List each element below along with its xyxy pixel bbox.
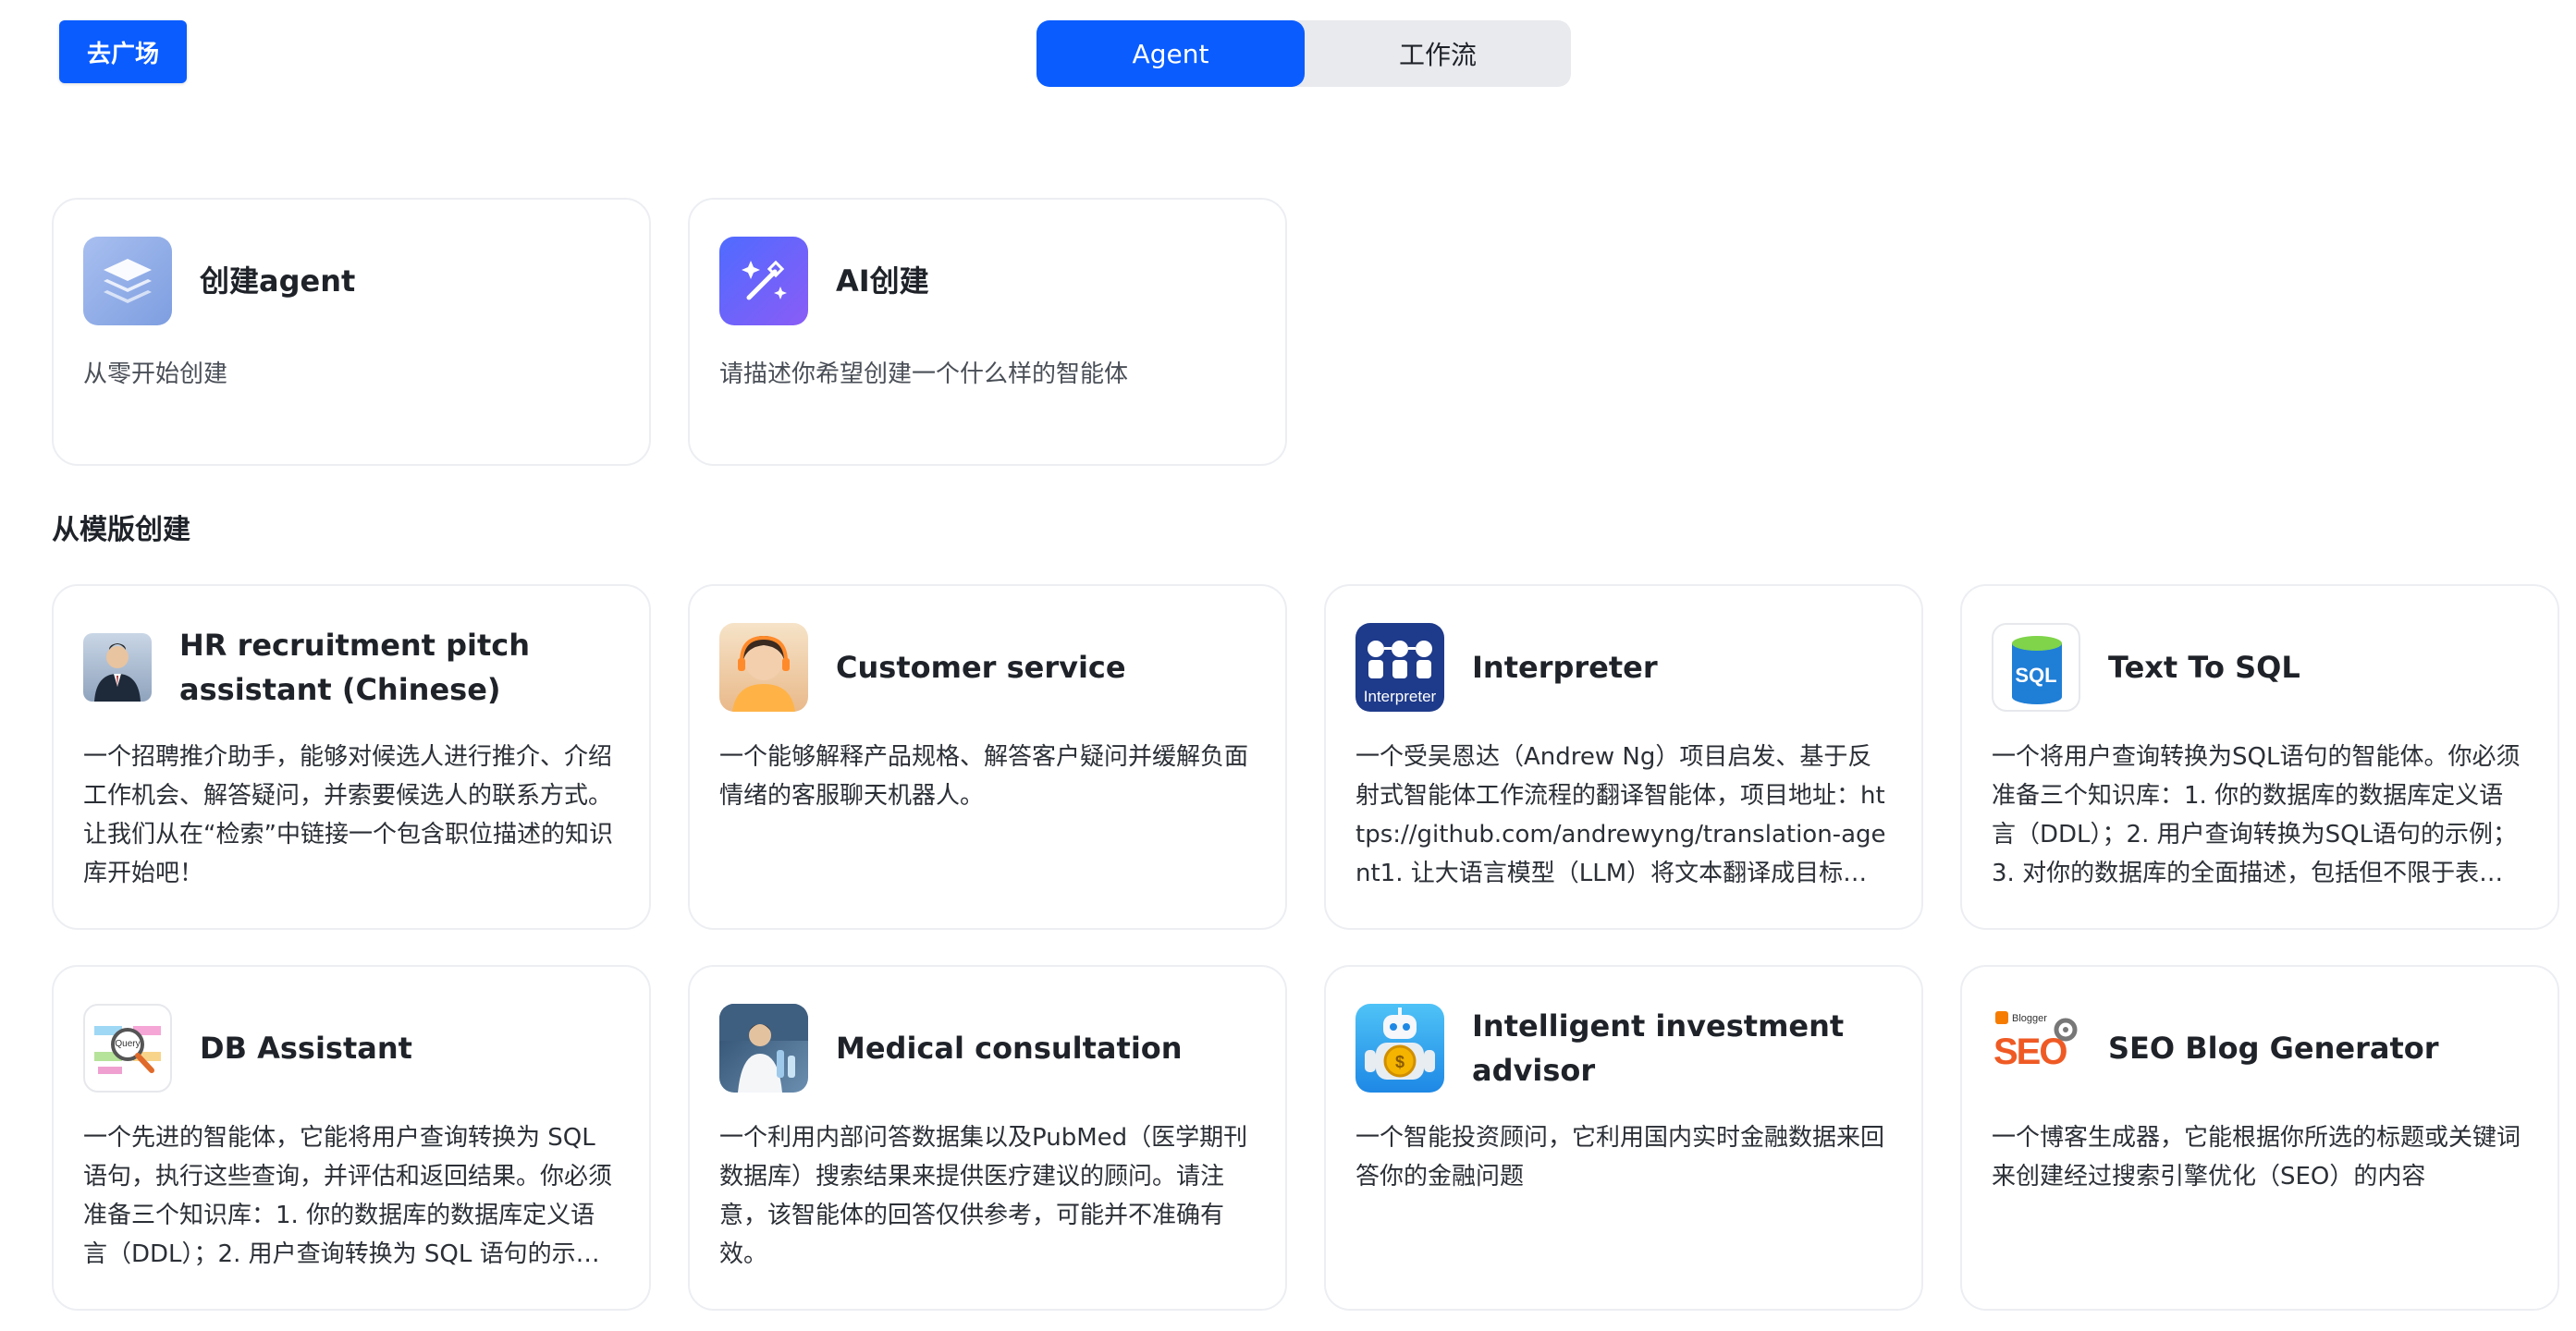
card-title: Interpreter — [1472, 650, 1658, 685]
blogger-label: Blogger — [2012, 1013, 2047, 1024]
card-description: 一个招聘推介助手，能够对候选人进行推介、介绍工作机会、解答疑问，并索要候选人的联… — [83, 743, 613, 887]
hr-avatar-icon — [83, 633, 152, 702]
card-title: SEO Blog Generator — [2108, 1031, 2439, 1066]
interpreter-icon-label: Interpreter — [1363, 688, 1437, 705]
svg-text:$: $ — [1395, 1053, 1405, 1071]
medical-lab-icon — [719, 1004, 808, 1093]
card-title: Medical consultation — [836, 1031, 1183, 1066]
back-to-plaza-button[interactable]: 去广场 — [59, 20, 187, 83]
card-title: Text To SQL — [2108, 650, 2300, 685]
card-description: 请描述你希望创建一个什么样的智能体 — [719, 360, 1129, 388]
magic-wand-icon — [719, 237, 808, 325]
layers-icon — [83, 237, 172, 325]
seo-blogger-icon: Blogger SEO — [1992, 1004, 2080, 1093]
card-description: 从零开始创建 — [83, 360, 228, 388]
ai-create-card[interactable]: AI创建 请描述你希望创建一个什么样的智能体 — [688, 198, 1287, 466]
sql-icon-label: SQL — [2015, 664, 2057, 687]
section-title: 从模版创建 — [52, 514, 190, 546]
tab-workflow[interactable]: 工作流 — [1305, 20, 1571, 87]
card-description: 一个能够解释产品规格、解答客户疑问并缓解负面情绪的客服聊天机器人。 — [719, 743, 1249, 810]
card-description: 一个博客生成器，它能根据你所选的标题或关键词来创建经过搜索引擎优化（SEO）的内… — [1992, 1124, 2521, 1191]
template-card-text-to-sql[interactable]: SQL Text To SQL 一个将用户查询转换为SQL语句的智能体。你必须准… — [1960, 584, 2559, 930]
template-card-db-assistant[interactable]: Query DB Assistant 一个先进的智能体，它能将用户查询转换为 S… — [52, 965, 651, 1311]
card-description: 一个先进的智能体，它能将用户查询转换为 SQL 语句，执行这些查询，并评估和返回… — [83, 1124, 613, 1268]
template-card-hr[interactable]: HR recruitment pitch assistant (Chinese)… — [52, 584, 651, 930]
template-card-customer-service[interactable]: Customer service 一个能够解释产品规格、解答客户疑问并缓解负面情… — [688, 584, 1287, 930]
card-title: AI创建 — [836, 263, 929, 299]
card-title: DB Assistant — [200, 1031, 412, 1066]
card-title: Intelligent investment advisor — [1472, 1008, 1845, 1088]
card-description: 一个智能投资顾问，它利用国内实时金融数据来回答你的金融问题 — [1355, 1124, 1885, 1191]
card-title: HR recruitment pitch assistant (Chinese) — [179, 628, 531, 707]
template-card-medical[interactable]: Medical consultation 一个利用内部问答数据集以及PubMed… — [688, 965, 1287, 1311]
template-card-investment[interactable]: $ Intelligent investment advisor 一个智能投资顾… — [1324, 965, 1923, 1311]
interpreter-icon: Interpreter — [1355, 623, 1444, 712]
create-agent-card[interactable]: 创建agent 从零开始创建 — [52, 198, 651, 466]
sql-database-icon: SQL — [1992, 623, 2080, 712]
card-description: 一个将用户查询转换为SQL语句的智能体。你必须准备三个知识库：1. 你的数据库的… — [1992, 743, 2521, 887]
db-query-icon: Query — [83, 1004, 172, 1093]
robot-coin-icon: $ — [1355, 1004, 1444, 1093]
seo-label: SEO — [1993, 1032, 2067, 1072]
template-card-interpreter[interactable]: Interpreter Interpreter 一个受吴恩达（Andrew Ng… — [1324, 584, 1923, 930]
template-card-seo-blog[interactable]: Blogger SEO SEO Blog Generator 一个博客生成器，它… — [1960, 965, 2559, 1311]
tab-agent[interactable]: Agent — [1037, 20, 1305, 87]
card-description: 一个利用内部问答数据集以及PubMed（医学期刊数据库）搜索结果来提供医疗建议的… — [719, 1124, 1248, 1268]
customer-service-avatar-icon — [719, 623, 808, 712]
card-title: Customer service — [836, 650, 1126, 685]
card-description: 一个受吴恩达（Andrew Ng）项目启发、基于反射式智能体工作流程的翻译智能体… — [1355, 743, 1886, 887]
query-icon-label: Query — [115, 1039, 141, 1049]
mode-toggle: Agent 工作流 — [1037, 20, 1571, 87]
card-title: 创建agent — [200, 263, 356, 299]
